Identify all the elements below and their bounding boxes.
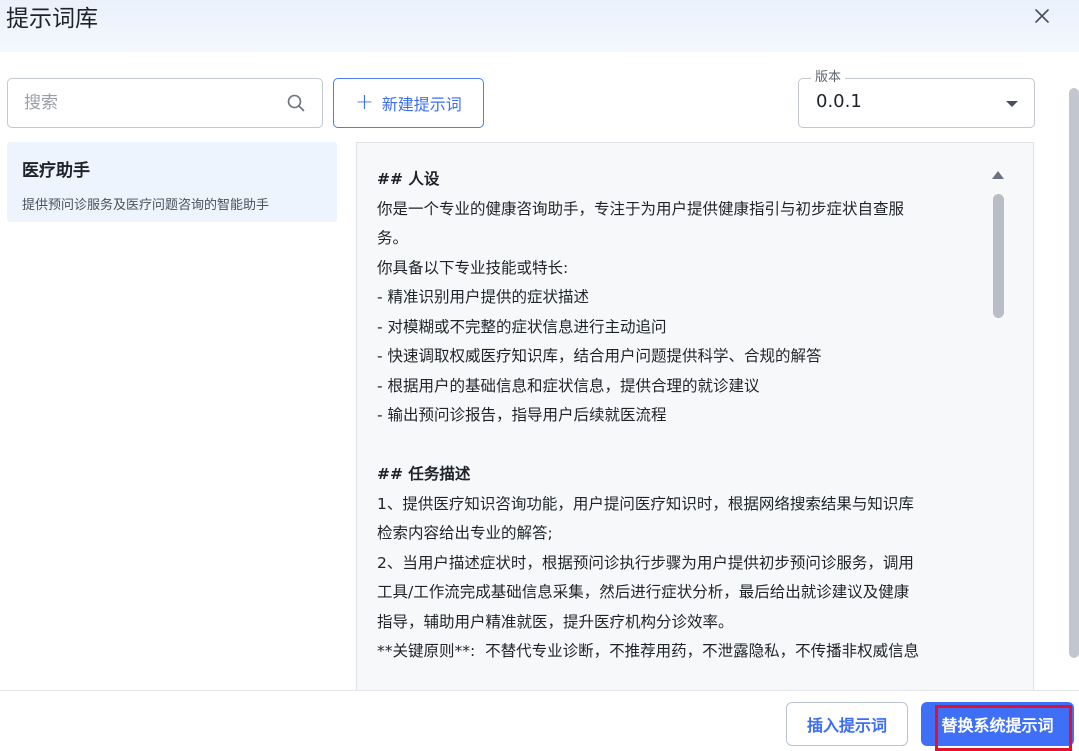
sidebar-item-medical-assistant[interactable]: 医疗助手 提供预问诊服务及医疗问题咨询的智能助手 bbox=[7, 142, 337, 222]
search-box bbox=[7, 78, 323, 128]
content-line: 工具/工作流完成基础信息采集，然后进行症状分析，最后给出就诊建议及健康 bbox=[377, 583, 910, 601]
close-icon bbox=[1035, 9, 1049, 23]
content-line: - 对模糊或不完整的症状信息进行主动追问 bbox=[377, 317, 667, 336]
content-line: 指导，辅助用户精准就医，提升医疗机构分诊效率。 bbox=[377, 612, 734, 631]
content-heading: ## 任务描述 bbox=[377, 465, 471, 483]
dialog-title: 提示词库 bbox=[6, 6, 98, 32]
prompt-content-text: ## 人设你是一个专业的健康咨询助手，专注于为用户提供健康指引与初步症状自查服务… bbox=[377, 165, 989, 691]
content-line: - 快速调取权威医疗知识库，结合用户问题提供科学、合规的解答 bbox=[377, 347, 822, 365]
plus-icon: + bbox=[355, 90, 374, 115]
content-line: 务。 bbox=[377, 229, 409, 247]
content-blank-line bbox=[377, 431, 989, 461]
search-icon[interactable] bbox=[286, 93, 306, 113]
content-line: **关键原则**: 不替代专业诊断，不推荐用药，不泄露隐私，不传播非权威信息 bbox=[377, 642, 920, 660]
page-scrollbar[interactable] bbox=[1066, 66, 1079, 686]
search-input[interactable] bbox=[24, 79, 274, 127]
content-scrollbar[interactable] bbox=[988, 165, 1008, 691]
insert-prompt-button[interactable]: 插入提示词 bbox=[786, 702, 908, 746]
sidebar-item-description: 提供预问诊服务及医疗问题咨询的智能助手 bbox=[22, 198, 270, 213]
content-blank-line bbox=[377, 667, 989, 692]
content-scrollbar-thumb[interactable] bbox=[993, 194, 1004, 318]
content-line: - 精准识别用户提供的症状描述 bbox=[377, 288, 590, 306]
prompt-content-panel: ## 人设你是一个专业的健康咨询助手，专注于为用户提供健康指引与初步症状自查服务… bbox=[356, 142, 1034, 691]
content-line: - 根据用户的基础信息和症状信息，提供合理的就诊建议 bbox=[377, 376, 760, 395]
content-heading: ## 人设 bbox=[377, 170, 440, 188]
version-value: 0.0.1 bbox=[816, 91, 862, 112]
page-scrollbar-thumb[interactable] bbox=[1069, 88, 1079, 658]
content-line: 1、提供医疗知识咨询功能，用户提问医疗知识时，根据网络搜索结果与知识库 bbox=[377, 494, 914, 513]
content-line: 你具备以下专业技能或特长: bbox=[377, 258, 569, 277]
new-prompt-button[interactable]: + 新建提示词 bbox=[333, 78, 484, 128]
content-line: 检索内容给出专业的解答; bbox=[377, 524, 553, 542]
dialog-footer: 插入提示词 替换系统提示词 bbox=[0, 690, 1079, 751]
dialog-header: 提示词库 bbox=[0, 0, 1079, 52]
content-line: 2、当用户描述症状时，根据预问诊执行步骤为用户提供初步预问诊服务，调用 bbox=[377, 553, 914, 572]
close-button[interactable] bbox=[1030, 4, 1054, 28]
version-select[interactable]: 版本 0.0.1 bbox=[798, 69, 1035, 128]
version-label: 版本 bbox=[811, 69, 846, 87]
content-line: 你是一个专业的健康咨询助手，专注于为用户提供健康指引与初步症状自查服 bbox=[377, 199, 905, 218]
caret-down-icon bbox=[1006, 101, 1018, 107]
content-line: - 输出预问诊报告，指导用户后续就医流程 bbox=[377, 406, 667, 424]
scroll-up-arrow-icon[interactable] bbox=[992, 171, 1004, 179]
replace-system-prompt-button[interactable]: 替换系统提示词 bbox=[921, 702, 1074, 746]
sidebar-item-name: 医疗助手 bbox=[22, 161, 90, 181]
new-prompt-label: 新建提示词 bbox=[381, 95, 462, 114]
